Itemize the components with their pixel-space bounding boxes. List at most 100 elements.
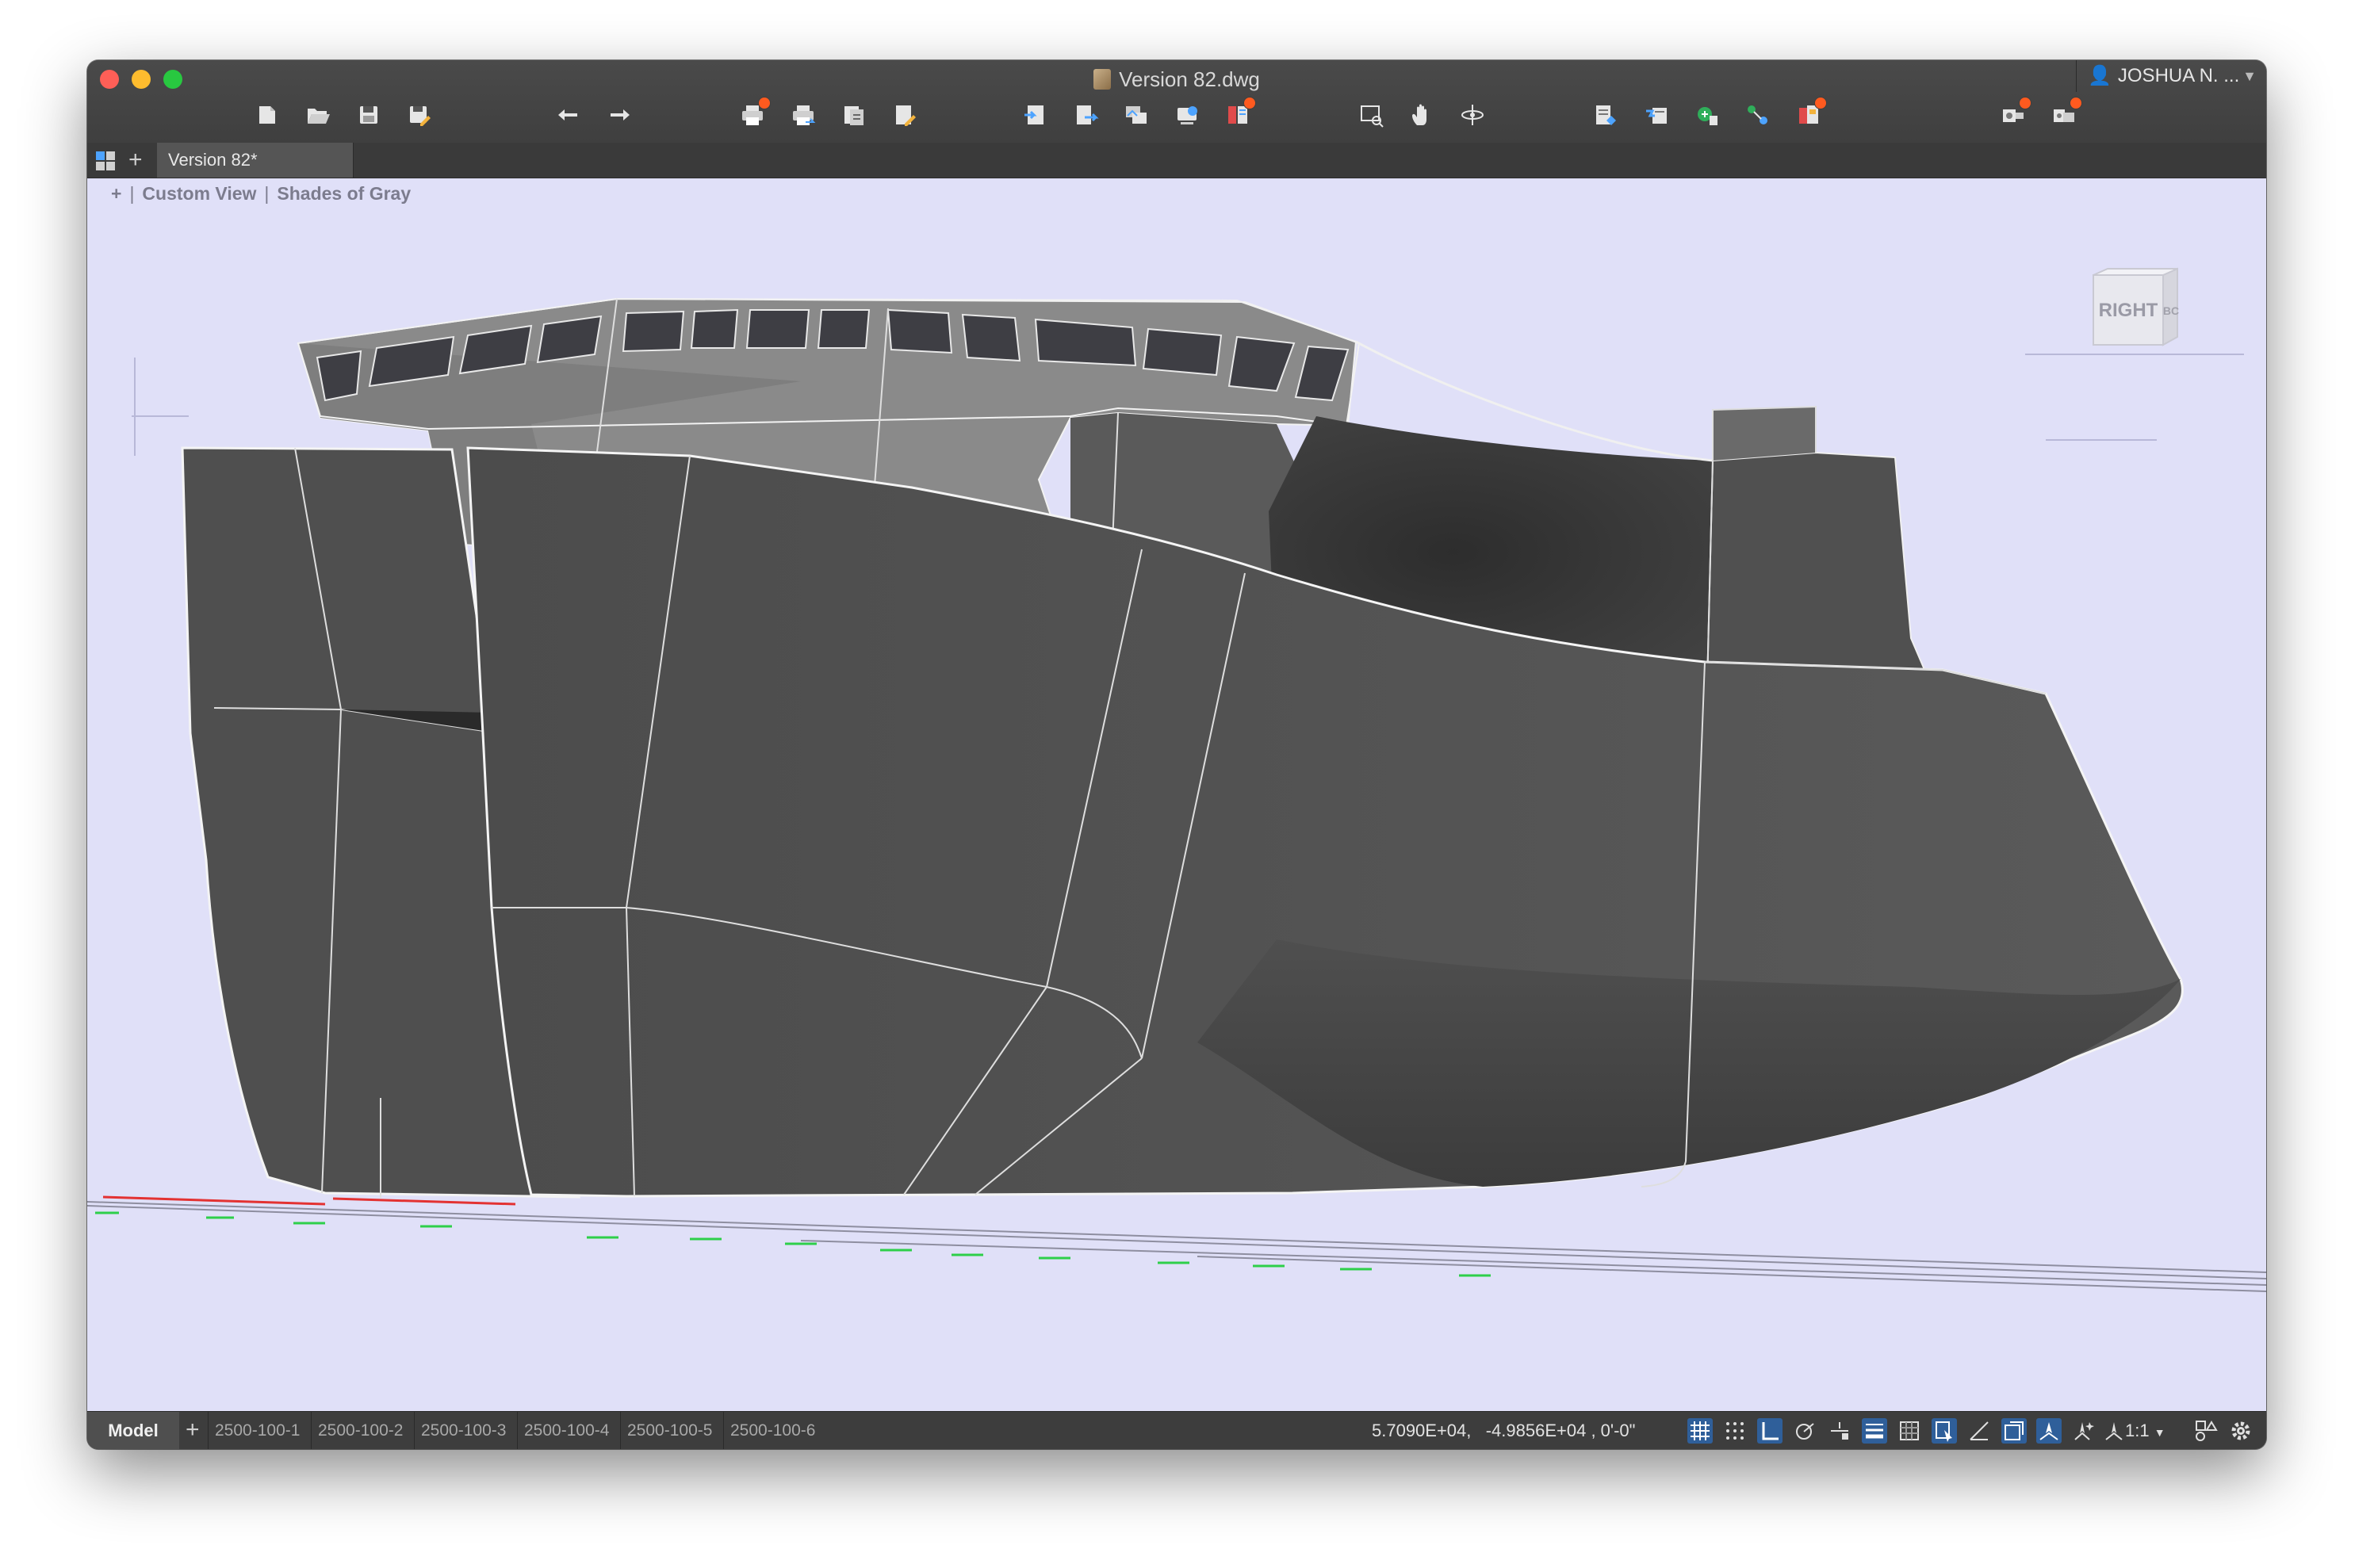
open-icon [308,109,330,124]
layers-button[interactable] [1641,100,1671,130]
tracking-icon [1831,1422,1848,1440]
match-properties-button[interactable] [1692,100,1722,130]
notification-badge [1243,97,1256,109]
annotation-scale-icon [2101,1418,2127,1444]
pan-button[interactable] [1407,100,1437,130]
dynamic-ucs-icon [1970,1421,1989,1440]
annotation-monitor-icon [2005,1421,2024,1440]
match-icon [1698,107,1717,125]
zoom-window-tool-button[interactable] [1356,100,1386,130]
page-setup-icon [896,105,916,126]
group-icon [1748,105,1767,124]
orbit-icon [1461,105,1484,125]
viewcube-side-label: BC [2163,304,2179,317]
notification-badge [2070,97,2082,109]
polar-icon [1796,1423,1814,1440]
document-title: Version 82.dwg [87,65,2266,94]
undo-icon [558,109,577,120]
import-button[interactable] [1020,100,1050,130]
status-bar: Model + 2500-100-1 2500-100-2 2500-100-3… [87,1411,2266,1449]
ortho-icon [1762,1422,1779,1440]
annotation-scale-symbol-icon [2105,1422,2123,1440]
layout-tab[interactable]: 2500-100-1 [208,1412,306,1449]
layout-tab[interactable]: 2500-100-4 [517,1412,615,1449]
cursor-coordinates[interactable]: 5.7090E+04, -4.9856E+04 , 0'-0" [1372,1412,1635,1449]
annotation-scale-select[interactable]: 1:1 ▼ [2125,1412,2165,1449]
dynamic-ucs-toggle[interactable] [1966,1418,1992,1444]
notification-badge [758,97,771,109]
layout-tab[interactable]: 2500-100-5 [620,1412,718,1449]
export-button[interactable] [1070,100,1101,130]
orbit-button[interactable] [1457,100,1488,130]
model-viewport[interactable]: +|Custom View|Shades of Gray RIGHT BC >_… [87,178,2266,1411]
osnap-tracking-toggle[interactable] [1827,1418,1852,1444]
new-tab-button[interactable]: + [128,146,143,174]
view-menu-button[interactable]: Custom View [142,183,256,204]
layout-tab[interactable]: 2500-100-3 [414,1412,512,1449]
grid-toggle[interactable] [1687,1418,1713,1444]
transparency-icon [1900,1421,1919,1440]
notification-badge [2019,97,2031,109]
settings-button[interactable] [2228,1418,2254,1444]
snap-toggle[interactable] [1722,1418,1748,1444]
publish-button[interactable] [839,100,869,130]
viewcube[interactable]: RIGHT BC [2085,267,2179,346]
save-as-button[interactable] [404,100,435,130]
plot-button[interactable] [737,97,771,130]
user-menu[interactable]: 👤 JOSHUA N. ... ▼ [2076,60,2266,92]
add-layout-button[interactable]: + [186,1412,200,1448]
chevron-down-icon: ▼ [2242,68,2257,84]
start-grid-icon[interactable] [95,151,116,171]
page-setup-button[interactable] [890,100,920,130]
auto-scale-toggle[interactable] [2071,1418,2097,1444]
document-tab-bar: + Version 82* [87,143,2266,178]
undo-button[interactable] [553,100,584,130]
new-button[interactable] [252,100,282,130]
layers-icon [1646,108,1667,124]
annotation-monitor-toggle[interactable] [2001,1418,2027,1444]
import-icon [1024,105,1043,124]
visual-style-menu-button[interactable]: Shades of Gray [277,183,411,204]
annotation-scale-button[interactable] [2049,97,2082,130]
properties-button[interactable] [1591,100,1621,130]
hull-3d-model [87,297,2266,1292]
viewport-menu-button[interactable]: + [111,183,121,204]
viewcube-face-label: RIGHT [2099,300,2158,321]
attach-button[interactable] [1121,100,1151,130]
annotation-scale-value: 1:1 [2125,1421,2150,1440]
dwg-file-icon [1093,69,1112,90]
tool-palette-button[interactable] [1794,97,1827,130]
group-button[interactable] [1743,100,1773,130]
ortho-toggle[interactable] [1757,1418,1783,1444]
attach-icon [1126,106,1147,124]
viewport-controls: + | Custom View | Shades of Gray [111,183,419,205]
gear-icon [2231,1421,2250,1440]
open-button[interactable] [303,100,333,130]
tab-version-82[interactable]: Version 82* [157,143,354,178]
workspace-switch[interactable] [2193,1418,2219,1444]
share-icon [1178,106,1197,124]
layout-tab[interactable]: 2500-100-6 [723,1412,821,1449]
xref-button[interactable] [1223,97,1256,130]
redo-button[interactable] [604,100,634,130]
app-window: Version 82.dwg 👤 JOSHUA N. ... ▼ + Versi… [87,60,2266,1449]
batch-plot-icon [793,105,816,125]
share-button[interactable] [1172,100,1202,130]
tab-model[interactable]: Model [87,1412,179,1449]
zoom-window-icon [1361,105,1384,128]
red-axis-line [102,1195,516,1206]
save-button[interactable] [354,100,384,130]
annotation-visibility-icon [2039,1422,2058,1440]
layout-tab[interactable]: 2500-100-2 [311,1412,409,1449]
separator: | [129,183,135,204]
title-bar: Version 82.dwg 👤 JOSHUA N. ... ▼ [87,60,2266,143]
selection-cycling-toggle[interactable] [1932,1418,1957,1444]
pan-icon [1412,104,1426,125]
annotation-visibility-toggle[interactable] [2036,1418,2062,1444]
annotate-button[interactable] [1998,97,2031,130]
lineweight-toggle[interactable] [1862,1418,1887,1444]
workspace-icon [2196,1421,2218,1441]
batch-plot-button[interactable] [788,100,818,130]
transparency-toggle[interactable] [1897,1418,1922,1444]
polar-toggle[interactable] [1792,1418,1817,1444]
